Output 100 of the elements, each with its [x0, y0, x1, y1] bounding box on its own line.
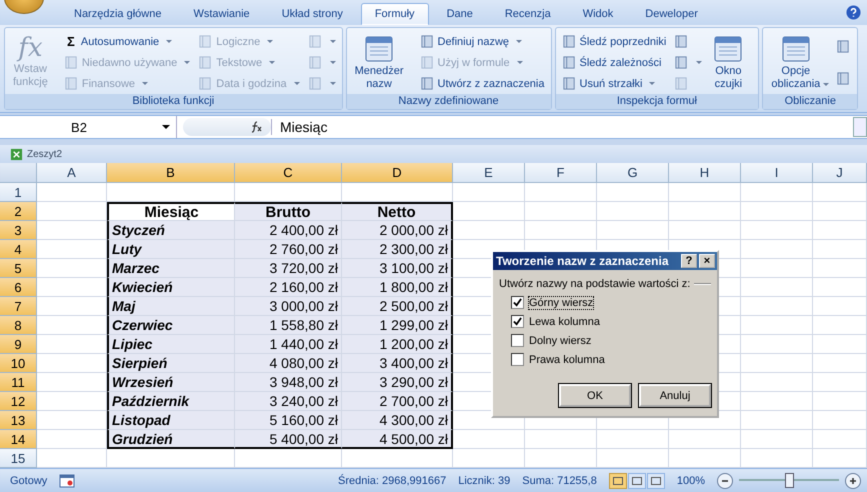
ribbon-tab[interactable]: Narzędzia główne [60, 3, 176, 25]
table-cell: 2 700,00 zł [342, 392, 453, 411]
table-cell: Listopad [107, 411, 235, 430]
row-header[interactable]: 6 [0, 278, 37, 297]
checkbox[interactable] [511, 353, 524, 366]
name-box[interactable]: B2 [0, 116, 177, 138]
table-cell: Sierpień [107, 354, 235, 373]
ribbon-button[interactable]: Okno czujki [708, 31, 754, 93]
table-cell: 3 000,00 zł [235, 297, 342, 316]
dialog-button[interactable]: OK [559, 384, 631, 407]
close-button[interactable]: × [699, 254, 715, 268]
caret-icon [516, 61, 523, 64]
macro-record-icon[interactable] [59, 474, 76, 488]
row-header[interactable]: 9 [0, 335, 37, 354]
row-header[interactable]: 5 [0, 259, 37, 278]
column-header[interactable]: B [107, 163, 235, 183]
help-button[interactable]: ? [681, 254, 697, 268]
table-cell: 1 800,00 zł [342, 278, 453, 297]
ribbon-tab[interactable]: Formuły [360, 3, 429, 25]
view-button[interactable] [608, 472, 627, 488]
empty-cell [741, 430, 813, 449]
ribbon-tab[interactable]: Recenzja [490, 3, 565, 25]
column-header[interactable]: I [741, 163, 813, 183]
column-header[interactable]: F [525, 163, 597, 183]
row-header[interactable]: 3 [0, 221, 37, 240]
ribbon-button[interactable]: Śledź zależności [560, 52, 668, 72]
checkbox[interactable] [511, 315, 524, 328]
book-icon [836, 70, 852, 86]
column-header[interactable]: A [37, 163, 107, 183]
empty-cell [813, 221, 867, 240]
column-header[interactable]: E [453, 163, 525, 183]
row-header[interactable]: 10 [0, 354, 37, 373]
row-header[interactable]: 13 [0, 411, 37, 430]
ribbon-button[interactable]: Opcje obliczania [767, 31, 830, 93]
table-cell: Grudzień [107, 430, 235, 449]
column-header[interactable]: J [813, 163, 867, 183]
checkbox-label[interactable]: Prawa kolumna [529, 354, 605, 366]
table-cell: Luty [107, 240, 235, 259]
row-header[interactable]: 8 [0, 316, 37, 335]
caret-icon [330, 40, 336, 43]
checkbox-label[interactable]: Dolny wiersz [529, 334, 592, 346]
ribbon-button[interactable]: Utwórz z zaznaczenia [418, 74, 546, 94]
ribbon-button[interactable]: Menedżer nazw [350, 31, 414, 93]
ribbon-button[interactable]: Definiuj nazwę [418, 32, 546, 52]
checkbox-label[interactable]: Lewa kolumna [529, 316, 600, 328]
group-label: Utwórz nazwy na podstawie wartości z: [499, 278, 690, 290]
ribbon-tab[interactable]: Deweloper [631, 3, 712, 25]
zoom-percent[interactable]: 100% [676, 474, 705, 486]
row-header[interactable]: 14 [0, 430, 37, 449]
zoom-in-button[interactable] [845, 472, 861, 488]
caret-icon [823, 83, 830, 86]
table-cell: 4 300,00 zł [342, 411, 453, 430]
help-icon[interactable] [846, 5, 861, 20]
empty-cell [741, 335, 813, 354]
book-icon [308, 34, 323, 49]
ribbon-button[interactable]: Usuń strzałki [560, 74, 668, 94]
checkbox[interactable] [511, 296, 524, 309]
ribbon-button[interactable]: Σ Autosumowanie [62, 32, 192, 52]
ribbon-tab[interactable]: Układ strony [268, 3, 357, 25]
row-header[interactable]: 12 [0, 392, 37, 411]
row-header[interactable]: 2 [0, 202, 37, 221]
empty-cell [741, 373, 813, 392]
column-header[interactable]: D [342, 163, 453, 183]
ribbon-tab[interactable]: Wstawianie [179, 3, 264, 25]
column-header[interactable]: H [669, 163, 741, 183]
book-icon [562, 34, 576, 49]
empty-cell [741, 259, 813, 278]
empty-cell [669, 183, 741, 202]
caret-icon [294, 82, 300, 85]
table-cell: 1 299,00 zł [342, 316, 453, 335]
row-header[interactable]: 7 [0, 297, 37, 316]
column-header[interactable]: C [235, 163, 342, 183]
view-button[interactable] [646, 472, 665, 488]
view-button[interactable] [628, 472, 646, 488]
table-cell: 2 500,00 zł [342, 297, 453, 316]
column-header[interactable]: G [597, 163, 669, 183]
row-header[interactable]: 1 [0, 183, 37, 202]
checkbox[interactable] [511, 334, 524, 347]
book-icon [836, 39, 852, 54]
empty-cell [597, 183, 669, 202]
caret-icon [184, 61, 190, 64]
book-icon [198, 55, 214, 70]
dialog-button[interactable]: Anuluj [639, 384, 711, 407]
status-text: Gotowy [10, 474, 48, 486]
empty-cell [453, 183, 525, 202]
ribbon-tab[interactable]: Dane [432, 3, 487, 25]
empty-cell [741, 297, 813, 316]
checkbox-label[interactable]: Górny wiersz [529, 296, 594, 308]
group-title: Obliczanie [763, 94, 858, 109]
row-header[interactable]: 15 [0, 449, 37, 468]
empty-cell [741, 278, 813, 297]
row-header[interactable]: 4 [0, 240, 37, 259]
zoom-out-button[interactable] [717, 472, 733, 488]
ribbon-tab[interactable]: Widok [568, 3, 628, 25]
row-header[interactable]: 11 [0, 373, 37, 392]
book-icon [674, 76, 690, 91]
table-cell: 2 000,00 zł [342, 221, 453, 240]
slider-thumb[interactable] [785, 473, 794, 488]
empty-cell [741, 240, 813, 259]
ribbon-button[interactable]: Śledź poprzedniki [560, 32, 668, 52]
